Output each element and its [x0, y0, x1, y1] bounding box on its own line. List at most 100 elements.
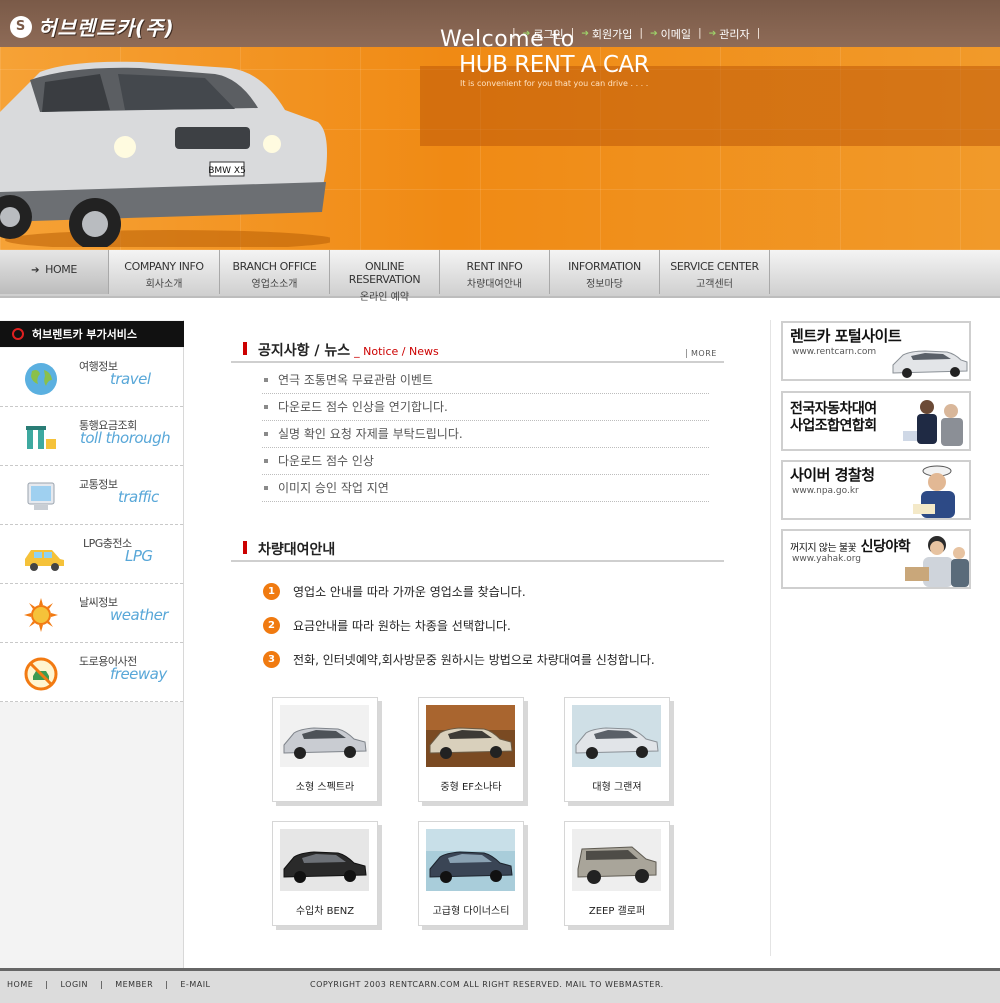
- car-card-ef-sonata[interactable]: 중형 EF소나타: [418, 697, 524, 802]
- sedan-car-icon: [283, 727, 367, 759]
- no-car-icon: [24, 657, 58, 691]
- car-label: 대형 그랜져: [592, 782, 642, 793]
- nav-rent-info[interactable]: RENT INFO 차량대여안내: [440, 250, 550, 294]
- hero-plate: BMW X5: [208, 166, 246, 176]
- car-label: 수입차 BENZ: [295, 906, 355, 917]
- nav-online-reservation[interactable]: ONLINE RESERVATION 온라인 예약: [330, 250, 440, 303]
- right-divider: [770, 320, 771, 956]
- top-nav-email[interactable]: ➔ 이메일: [650, 26, 691, 42]
- footer-link-home[interactable]: HOME: [7, 980, 33, 989]
- sedan-car-icon: [426, 705, 515, 759]
- suv-car-icon: BMW X5: [0, 61, 330, 247]
- notice-item[interactable]: 연극 조통면옥 무료관람 이벤트: [262, 367, 709, 394]
- banner-cyber-police[interactable]: 사이버 경찰청 www.npa.go.kr: [781, 460, 971, 520]
- car-card-dynasty[interactable]: 고급형 다이너스티: [418, 821, 524, 926]
- globe-icon: [25, 363, 57, 395]
- sidebar-item-freeway[interactable]: 도로용어사전 freeway: [0, 643, 183, 702]
- notice-item[interactable]: 실명 확인 요청 자제를 부탁드립니다.: [262, 421, 709, 448]
- step-number-icon: 1: [263, 583, 280, 600]
- car-photo: [572, 705, 661, 767]
- sun-icon: [24, 598, 58, 632]
- sedan-car-icon: [426, 829, 515, 883]
- sidebar-item-weather[interactable]: 날씨정보 weather: [0, 584, 183, 643]
- notice-item[interactable]: 이미지 승인 작업 지연: [262, 475, 709, 502]
- arrow-icon: ➔: [581, 29, 589, 39]
- step-number-icon: 3: [263, 651, 280, 668]
- nav-company-info[interactable]: COMPANY INFO 회사소개: [109, 250, 220, 294]
- monitor-icon: [27, 482, 55, 510]
- car-label: 중형 EF소나타: [440, 782, 502, 793]
- car-label: 소형 스펙트라: [295, 782, 355, 793]
- police-officer-icon: [913, 465, 955, 518]
- arrow-icon: ➔: [31, 265, 40, 276]
- car-card-spectra[interactable]: 소형 스펙트라: [272, 697, 378, 802]
- car-card-benz[interactable]: 수입차 BENZ: [272, 821, 378, 926]
- footer-link-member[interactable]: MEMBER: [115, 980, 153, 989]
- banner-sindang-yahak[interactable]: 꺼지지 않는 불꽃 신당야학 www.yahak.org: [781, 529, 971, 589]
- sidebar-item-toll[interactable]: 통행요금조회 toll thorough: [0, 407, 183, 466]
- business-people-icon: [903, 400, 963, 446]
- sidebar-item-travel[interactable]: 여행정보 travel: [0, 348, 183, 407]
- rental-title: 차량대여안내: [258, 542, 336, 558]
- sidebar-item-lpg[interactable]: LPG충전소 LPG: [0, 525, 183, 584]
- nav-information[interactable]: INFORMATION 정보마당: [550, 250, 660, 294]
- car-card-grandeur[interactable]: 대형 그랜져: [564, 697, 670, 802]
- logo[interactable]: S 허브렌트카(주): [10, 12, 175, 41]
- car-photo: [572, 829, 661, 891]
- copyright-text: COPYRIGHT 2003 RENTCARN.COM ALL RIGHT RE…: [310, 980, 664, 989]
- top-nav-admin[interactable]: ➔ 관리자: [709, 26, 750, 42]
- main-nav: ➔ HOME COMPANY INFO 회사소개 BRANCH OFFICE 영업…: [0, 250, 1000, 303]
- arrow-icon: ➔: [650, 29, 658, 39]
- footer-link-email[interactable]: E-MAIL: [180, 980, 210, 989]
- car-label: ZEEP 갤로퍼: [588, 906, 646, 917]
- footer-nav: HOME | LOGIN | MEMBER | E-MAIL: [7, 980, 211, 989]
- bullet-icon: [264, 431, 268, 436]
- hero-tagline: It is convenient for you that you can dr…: [460, 79, 649, 88]
- section-marker: [243, 342, 247, 355]
- nav-home[interactable]: ➔ HOME: [0, 250, 109, 294]
- banner-rentcarn[interactable]: 렌트카 포털사이트 www.rentcarn.com: [781, 321, 971, 381]
- car-photo: [426, 829, 515, 891]
- rental-step: 2 요금안내를 따라 원하는 차종을 선택합니다.: [263, 617, 511, 634]
- sidebar-item-traffic[interactable]: 교통정보 traffic: [0, 466, 183, 525]
- nav-branch-office[interactable]: BRANCH OFFICE 영업소소개: [220, 250, 330, 294]
- step-number-icon: 2: [263, 617, 280, 634]
- notice-subtitle: _ Notice / News: [354, 345, 439, 358]
- hero-title: HUB RENT A CAR: [459, 52, 650, 78]
- car-photo: [426, 705, 515, 767]
- notice-item[interactable]: 다운로드 점수 인상을 연기합니다.: [262, 394, 709, 421]
- bullet-icon: [264, 458, 268, 463]
- hero-welcome: Welcome to: [440, 27, 575, 52]
- bullet-icon: [264, 377, 268, 382]
- suv-car-icon: [577, 846, 657, 884]
- car-banner-icon: [892, 350, 968, 378]
- bullet-icon: [264, 404, 268, 409]
- hero-welcome-box: [420, 66, 1000, 146]
- footer-link-login[interactable]: LOGIN: [60, 980, 88, 989]
- car-icon: [25, 550, 64, 571]
- sedan-car-icon: [575, 727, 659, 759]
- car-card-galloper[interactable]: ZEEP 갤로퍼: [564, 821, 670, 926]
- arrow-icon: ➔: [708, 29, 717, 39]
- banner-rental-association[interactable]: 전국자동차대여 사업조합연합회: [781, 391, 971, 451]
- car-photo: [280, 829, 369, 891]
- rental-divider: [231, 560, 724, 562]
- bullet-icon: [264, 485, 268, 490]
- notice-more-button[interactable]: MORE: [686, 349, 717, 358]
- rental-step: 3 전화, 인터넷예약,회사방문중 원하시는 방법으로 차량대여를 신청합니다.: [263, 651, 655, 668]
- car-photo: [280, 705, 369, 767]
- rental-step: 1 영업소 안내를 따라 가까운 영업소를 찾습니다.: [263, 583, 526, 600]
- sedan-car-icon: [283, 851, 367, 883]
- section-marker: [243, 541, 247, 554]
- student-reading-icon: [905, 536, 969, 587]
- nav-service-center[interactable]: SERVICE CENTER 고객센터: [660, 250, 770, 294]
- logo-mark-icon: S: [10, 15, 32, 38]
- circle-icon: [12, 328, 24, 340]
- top-nav-join[interactable]: ➔ 회원가입: [581, 26, 632, 42]
- sidebar-title: 허브렌트카 부가서비스: [0, 321, 184, 347]
- notice-title: 공지사항 / 뉴스 _ Notice / News: [258, 343, 439, 359]
- notice-item[interactable]: 다운로드 점수 인상: [262, 448, 709, 475]
- car-label: 고급형 다이너스티: [432, 906, 510, 917]
- notice-divider: [231, 361, 724, 363]
- logo-text: 허브렌트카(주): [38, 16, 175, 40]
